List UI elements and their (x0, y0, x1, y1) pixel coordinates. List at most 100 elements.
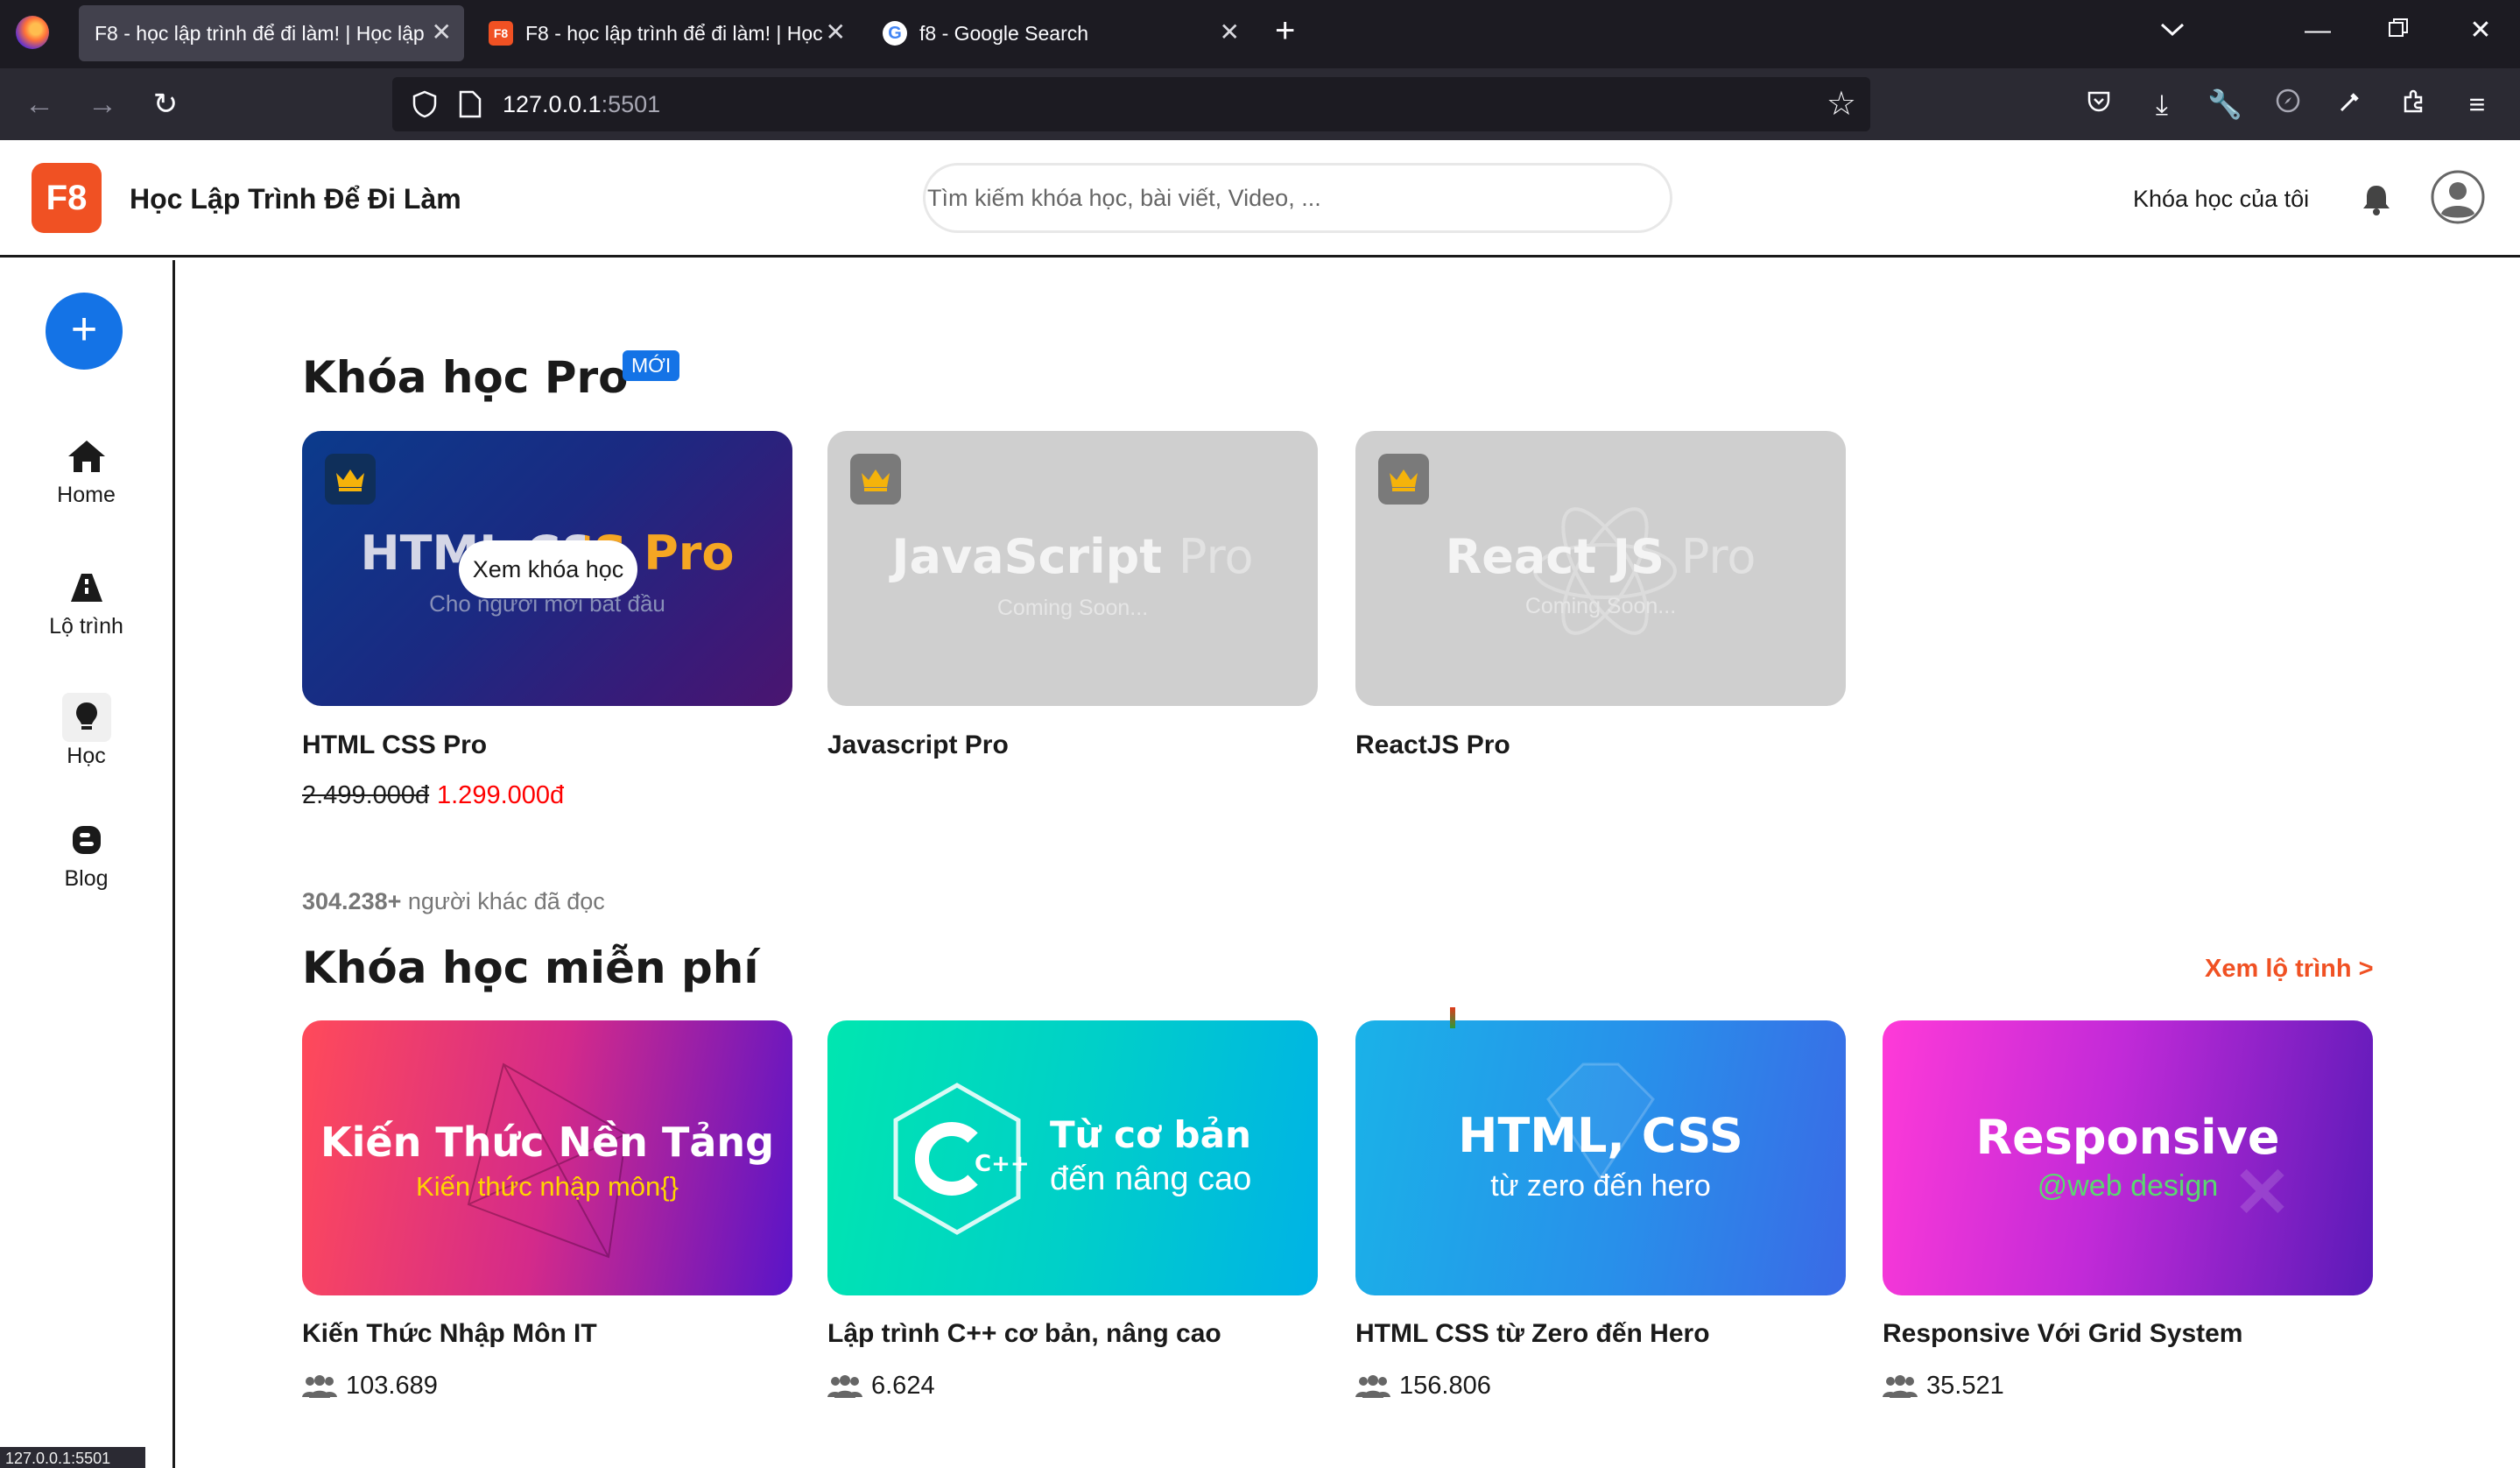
close-tab-icon[interactable]: ✕ (432, 20, 452, 45)
menu-icon[interactable]: ≡ (2457, 84, 2497, 124)
road-icon (62, 563, 111, 612)
course-banner-subtitle: Coming Soon... (996, 596, 1149, 620)
add-button[interactable]: + (46, 293, 123, 370)
sidebar-item-roadmap[interactable]: Lộ trình (0, 563, 172, 639)
bookmark-star-icon[interactable]: ☆ (1827, 82, 1856, 126)
shield-icon[interactable] (410, 89, 440, 119)
site-header: F8 Học Lập Trình Để Đi Làm Tìm kiếm khóa… (0, 140, 2520, 258)
download-icon[interactable]: ⤓ (2142, 84, 2182, 124)
bell-icon[interactable] (2359, 182, 2394, 217)
student-count: 35.521 (1883, 1372, 2004, 1401)
forward-icon[interactable]: → (81, 82, 124, 126)
course-banner-title: Responsive (1975, 1110, 2280, 1165)
tab-title: F8 - học lập trình để đi làm! | Học (525, 21, 823, 45)
site-brand: Học Lập Trình Để Đi Làm (130, 183, 461, 215)
browser-nav-bar: ← → ↻ 127.0.0.1:5501 ☆ ⤓ 🔧 ≡ (0, 68, 2520, 140)
minimize-icon[interactable]: — (2296, 9, 2340, 53)
sidebar-item-label: Học (67, 744, 106, 768)
close-tab-icon[interactable]: ✕ (826, 20, 846, 45)
student-count: 103.689 (302, 1372, 438, 1401)
browser-tab-active[interactable]: F8 - học lập trình để đi làm! | Học lập … (79, 5, 464, 61)
compass-icon[interactable] (2268, 84, 2308, 124)
course-name[interactable]: HTML CSS từ Zero đến Hero (1355, 1319, 1710, 1349)
cpp-logo-icon: C++ (893, 1083, 1027, 1235)
course-banner-subtitle: Coming Soon... (1524, 594, 1677, 618)
url-bar[interactable]: 127.0.0.1:5501 ☆ (392, 77, 1870, 131)
pocket-icon[interactable] (2079, 84, 2119, 124)
course-name[interactable]: Kiến Thức Nhập Môn IT (302, 1319, 597, 1349)
browser-tab[interactable]: G f8 - Google Search ✕ (867, 5, 1252, 61)
sale-price: 1.299.000đ (437, 781, 565, 809)
f8-logo[interactable]: F8 (32, 163, 102, 233)
course-banner-subtitle: đến nâng cao (1050, 1161, 1252, 1197)
course-banner-subtitle: từ zero đến hero (1490, 1169, 1711, 1203)
course-card-cpp[interactable]: C++ Từ cơ bản đến nâng cao (827, 1020, 1318, 1295)
sidebar-item-blog[interactable]: Blog (0, 815, 172, 892)
tab-title: F8 - học lập trình để đi làm! | Học lập (95, 21, 425, 45)
old-price: 2.499.000đ (302, 781, 430, 809)
course-banner-title: JavaScript Pro (891, 529, 1254, 584)
pro-courses-heading: Khóa học Pro (302, 352, 629, 403)
reload-icon[interactable]: ↻ (144, 82, 187, 126)
course-name[interactable]: Responsive Với Grid System (1883, 1319, 2242, 1349)
users-icon (827, 1374, 862, 1398)
course-name[interactable]: HTML CSS Pro (302, 730, 487, 760)
url-port: :5501 (601, 91, 661, 117)
f8-favicon-icon: F8 (489, 21, 513, 46)
eyedropper-icon[interactable] (2331, 84, 2371, 124)
firefox-icon[interactable] (16, 16, 49, 49)
users-icon (1883, 1374, 1918, 1398)
course-name[interactable]: Javascript Pro (827, 730, 1009, 760)
course-banner-title: React JS Pro (1445, 529, 1756, 584)
course-card-it-basics[interactable]: Kiến Thức Nền Tảng Kiến thức nhập môn{} (302, 1020, 792, 1295)
course-banner-subtitle: @web design (2037, 1169, 2219, 1203)
users-icon (1355, 1374, 1390, 1398)
sidebar: + Home Lộ trình Học Blog (0, 260, 175, 1468)
sidebar-item-label: Home (57, 483, 116, 507)
crown-icon (325, 454, 376, 505)
extensions-icon[interactable] (2394, 84, 2434, 124)
course-card-html-css-hero[interactable]: HTML, CSS từ zero đến hero (1355, 1020, 1846, 1295)
tab-title: f8 - Google Search (919, 21, 1089, 45)
student-count: 6.624 (827, 1372, 935, 1401)
status-bar-url: 127.0.0.1:5501 (0, 1447, 145, 1468)
avatar[interactable] (2431, 170, 2485, 224)
wrench-icon[interactable]: 🔧 (2205, 84, 2245, 124)
browser-tab[interactable]: F8 F8 - học lập trình để đi làm! | Học ✕ (473, 5, 858, 61)
crown-icon (1378, 454, 1429, 505)
course-banner-title: Từ cơ bản (1050, 1113, 1251, 1156)
readers-count: 304.238+ người khác đã đọc (302, 888, 605, 914)
course-card-javascript-pro[interactable]: JavaScript Pro Coming Soon... (827, 431, 1318, 706)
sidebar-item-learn[interactable]: Học (0, 693, 172, 769)
view-roadmap-link[interactable]: Xem lộ trình > (2205, 955, 2374, 984)
browser-tab-bar: F8 - học lập trình để đi làm! | Học lập … (0, 0, 2520, 68)
restore-icon[interactable] (2376, 9, 2420, 53)
google-favicon-icon: G (883, 21, 907, 46)
page-icon (459, 90, 482, 118)
search-input[interactable]: Tìm kiếm khóa học, bài viết, Video, ... (923, 163, 1672, 233)
course-name[interactable]: Lập trình C++ cơ bản, nâng cao (827, 1319, 1221, 1349)
users-icon (302, 1374, 337, 1398)
home-icon (62, 432, 111, 481)
tab-list-chevron-icon[interactable] (2150, 9, 2194, 53)
back-icon[interactable]: ← (18, 82, 61, 126)
close-tab-icon[interactable]: ✕ (1220, 20, 1240, 45)
student-count: 156.806 (1355, 1372, 1491, 1401)
cursor-marker (1450, 1007, 1455, 1028)
course-banner-title: HTML, CSS (1458, 1108, 1743, 1163)
close-window-icon[interactable]: ✕ (2459, 9, 2502, 53)
my-courses-link[interactable]: Khóa học của tôi (2133, 140, 2309, 258)
course-name[interactable]: ReactJS Pro (1355, 730, 1510, 760)
new-tab-icon[interactable]: + (1275, 11, 1295, 51)
view-course-button[interactable]: Xem khóa học (459, 540, 637, 598)
free-courses-heading: Khóa học miễn phí (302, 942, 759, 993)
sidebar-item-home[interactable]: Home (0, 432, 172, 508)
blog-icon (62, 815, 111, 865)
new-badge: MỚI (623, 350, 680, 381)
course-card-responsive[interactable]: ✕ Responsive @web design (1883, 1020, 2373, 1295)
url-host: 127.0.0.1 (503, 91, 602, 117)
sidebar-item-label: Lộ trình (49, 614, 123, 639)
course-card-reactjs-pro[interactable]: React JS Pro Coming Soon... (1355, 431, 1846, 706)
sidebar-item-label: Blog (64, 866, 109, 891)
url-text[interactable]: 127.0.0.1:5501 (503, 77, 660, 131)
